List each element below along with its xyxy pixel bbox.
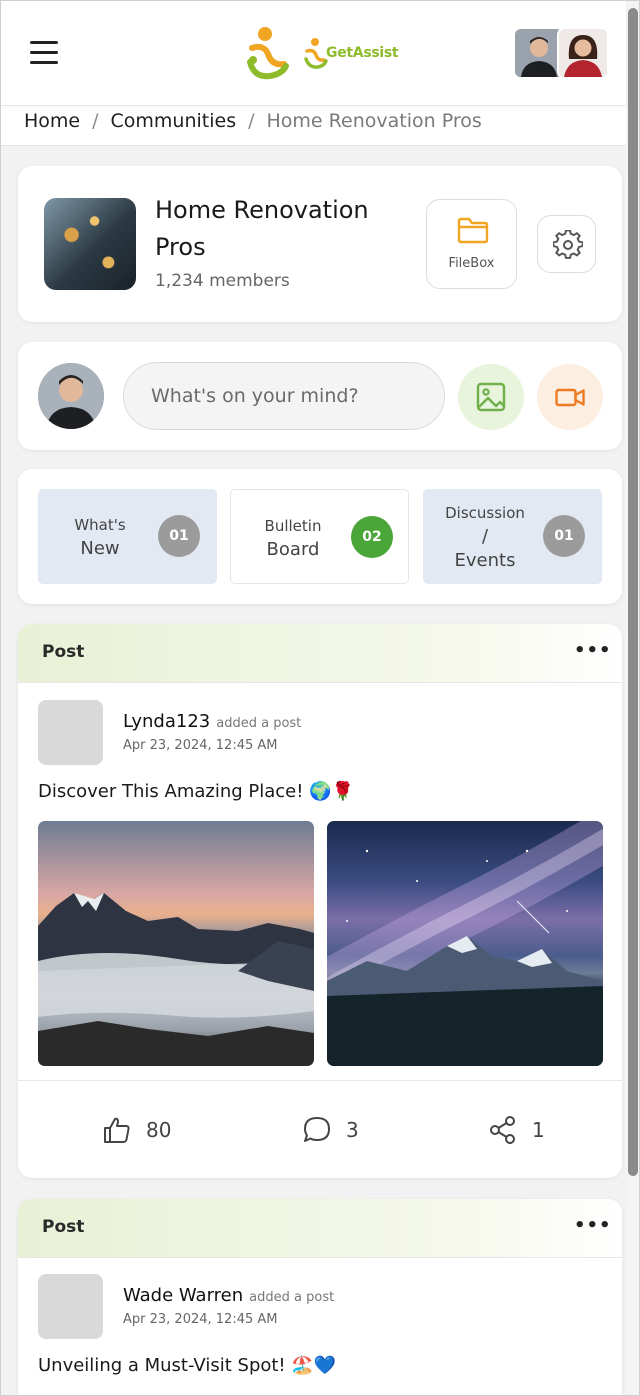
community-name: Home Renovation Pros <box>155 196 369 261</box>
post-image[interactable] <box>327 821 603 1066</box>
filebox-label: FileBox <box>448 256 495 271</box>
post-header: Post ••• <box>18 624 622 683</box>
folder-icon <box>457 217 489 244</box>
post-card: Post ••• Wade Warren added a post Apr 23,… <box>18 1199 622 1396</box>
breadcrumb-separator: / <box>248 109 255 132</box>
post-header-title: Post <box>42 642 85 662</box>
menu-bar <box>30 51 58 54</box>
tab-bulletin-board[interactable]: Bulletin Board 02 <box>230 489 409 584</box>
share-icon <box>490 1116 515 1144</box>
starry-mountain-image <box>327 821 603 1066</box>
author-name-line: Wade Warren added a post <box>123 1285 334 1306</box>
mountain-sunset-image <box>38 893 314 1066</box>
author-name[interactable]: Wade Warren <box>123 1285 243 1306</box>
add-video-button[interactable] <box>537 364 603 430</box>
man-avatar-icon <box>38 363 104 429</box>
man-avatar-icon <box>515 29 563 77</box>
logo-text: GetAssist <box>326 45 399 61</box>
tab-label: Bulletin Board <box>241 490 345 585</box>
image-icon <box>476 382 506 412</box>
comment-count: 3 <box>346 1118 359 1142</box>
logo-figure-icon <box>247 27 289 80</box>
author-action: added a post <box>249 1290 335 1305</box>
post-composer <box>18 342 622 450</box>
breadcrumb-communities[interactable]: Communities <box>111 110 237 132</box>
share-count: 1 <box>532 1118 545 1142</box>
top-header: GetAssist <box>0 0 626 106</box>
post-header-title: Post <box>42 1217 85 1237</box>
post-image[interactable] <box>38 821 314 1066</box>
app-logo[interactable]: GetAssist <box>244 26 399 80</box>
author-avatar[interactable] <box>38 1274 103 1339</box>
logo-small-icon <box>304 38 328 69</box>
thumbs-up-icon <box>104 1117 130 1143</box>
community-card: Home Renovation Pros 1,234 members FileB… <box>18 166 622 322</box>
more-options-icon[interactable]: ••• <box>574 1217 611 1239</box>
avatar[interactable] <box>557 27 609 79</box>
menu-icon[interactable] <box>28 39 60 67</box>
tab-label-line: What's <box>74 515 126 534</box>
post-text: Unveiling a Must-Visit Spot! 🏖️💙 <box>38 1355 337 1376</box>
more-options-icon[interactable]: ••• <box>574 642 611 664</box>
avatar <box>38 363 104 429</box>
settings-button[interactable] <box>537 215 596 273</box>
share-button[interactable]: 1 <box>488 1112 545 1148</box>
scrollbar[interactable] <box>626 0 640 1396</box>
menu-bar <box>30 61 58 64</box>
comment-icon <box>304 1117 330 1142</box>
tab-label-line: / <box>481 525 489 547</box>
woman-avatar-icon <box>559 29 607 77</box>
author-name-line: Lynda123 added a post <box>123 711 301 732</box>
tab-label: What's New <box>48 489 152 584</box>
tab-label-line: Board <box>266 538 320 560</box>
tab-count-badge: 02 <box>351 516 393 558</box>
gear-icon <box>553 230 583 259</box>
author-action: added a post <box>216 716 302 731</box>
community-thumbnail <box>44 198 136 290</box>
user-avatars[interactable] <box>513 27 613 79</box>
breadcrumb-current: Home Renovation Pros <box>266 109 482 132</box>
menu-bar <box>30 41 58 44</box>
divider <box>18 1080 622 1081</box>
tab-discussion-events[interactable]: Discussion / Events 01 <box>423 489 602 584</box>
post-header: Post ••• <box>18 1199 622 1258</box>
video-camera-icon <box>555 388 585 407</box>
community-members-count: 1,234 members <box>155 271 290 291</box>
tab-count-badge: 01 <box>543 515 585 557</box>
scrollbar-thumb[interactable] <box>628 8 638 1176</box>
like-button[interactable]: 80 <box>102 1112 171 1148</box>
author-name[interactable]: Lynda123 <box>123 711 210 732</box>
add-photo-button[interactable] <box>458 364 524 430</box>
tab-count-badge: 01 <box>158 515 200 557</box>
post-text: Discover This Amazing Place! 🌍🌹 <box>38 781 355 802</box>
tab-label: Discussion / Events <box>433 489 537 584</box>
breadcrumb-separator: / <box>92 109 99 132</box>
filebox-button[interactable]: FileBox <box>426 199 517 289</box>
post-card: Post ••• Lynda123 added a post Apr 23, 20… <box>18 624 622 1178</box>
tab-label-line: Bulletin <box>264 516 322 535</box>
post-date: Apr 23, 2024, 12:45 AM <box>123 738 278 753</box>
tab-label-line: Events <box>454 549 516 571</box>
tab-whats-new[interactable]: What's New 01 <box>38 489 217 584</box>
community-tabs: What's New 01 Bulletin Board 02 Discussi… <box>18 469 622 604</box>
like-count: 80 <box>146 1118 172 1142</box>
tab-label-line: New <box>80 537 120 559</box>
comment-button[interactable]: 3 <box>302 1112 359 1148</box>
tab-label-line: Discussion <box>445 503 525 522</box>
breadcrumb-home[interactable]: Home <box>24 110 80 132</box>
author-avatar[interactable] <box>38 700 103 765</box>
whats-on-your-mind-input[interactable] <box>123 362 445 430</box>
post-date: Apr 23, 2024, 12:45 AM <box>123 1312 278 1327</box>
